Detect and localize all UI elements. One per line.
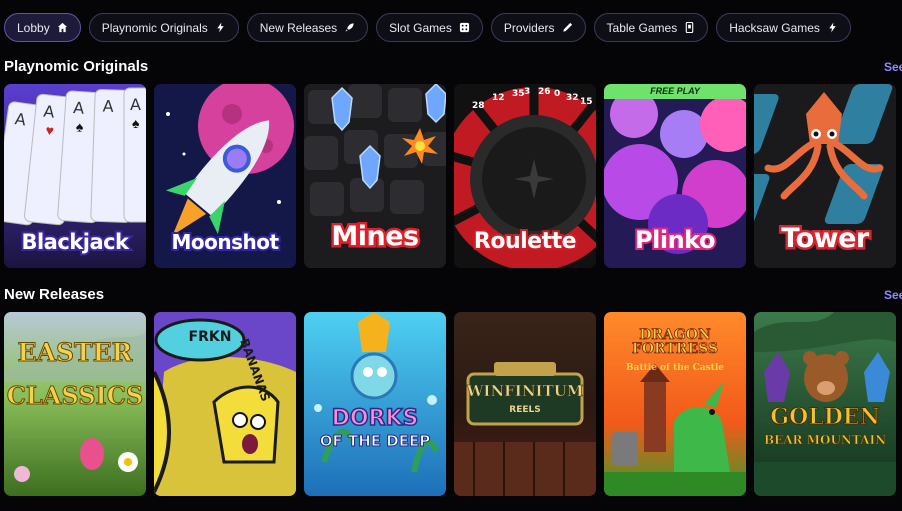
- tab-label: Playnomic Originals: [101, 20, 208, 35]
- game-card-tower[interactable]: Tower: [754, 84, 896, 268]
- game-title: DORKS: [331, 406, 419, 431]
- game-subtitle: BEAR MOUNTAIN: [763, 433, 887, 447]
- svg-text:A: A: [73, 98, 85, 118]
- svg-text:A: A: [43, 102, 56, 122]
- game-title: EASTER: [17, 338, 133, 367]
- game-title: DRAGON FORTRESS: [631, 327, 719, 357]
- section-title-new-releases: New Releases: [4, 286, 105, 303]
- free-play-badge: FREE PLAY: [604, 84, 746, 99]
- casino-lobby-page: Lobby Playnomic Originals New Releases S…: [0, 0, 902, 511]
- dice-icon: [459, 22, 469, 33]
- section-title-originals: Playnomic Originals: [4, 58, 149, 75]
- game-title: Mines: [329, 219, 422, 255]
- svg-text:12: 12: [492, 93, 505, 103]
- pencil-icon: [562, 22, 572, 32]
- home-icon: [57, 22, 67, 33]
- svg-text:A: A: [102, 97, 114, 116]
- tab-label: Table Games: [606, 20, 678, 35]
- game-card-dorks-of-the-deep[interactable]: DORKS OF THE DEEP: [304, 312, 446, 496]
- svg-text:A: A: [130, 95, 141, 114]
- lightning-icon: [217, 22, 224, 33]
- game-card-blackjack[interactable]: A A ♥ A ♠ A A ♠ Blackjack: [4, 84, 146, 268]
- svg-text:0: 0: [554, 89, 560, 99]
- game-subtitle: CLASSICS: [6, 381, 144, 410]
- rocket-icon: [345, 23, 354, 32]
- svg-text:35: 35: [512, 89, 525, 99]
- svg-text:32: 32: [566, 93, 579, 103]
- game-card-winfinitum-reels[interactable]: WINFINITUM REELS: [454, 312, 596, 496]
- tab-label: Slot Games: [389, 20, 452, 35]
- tab-label: Lobby: [17, 20, 50, 35]
- tab-providers[interactable]: Providers: [490, 13, 586, 42]
- category-nav: Lobby Playnomic Originals New Releases S…: [4, 13, 851, 42]
- tab-table-games[interactable]: Table Games: [593, 13, 709, 42]
- game-card-mines[interactable]: Mines: [304, 84, 446, 268]
- game-title: Roulette: [472, 227, 579, 256]
- game-subtitle: REELS: [509, 405, 541, 415]
- game-card-frkn-bananas[interactable]: FRKN BANANAS: [154, 312, 296, 496]
- game-title: FRKN: [188, 329, 232, 345]
- new-releases-row: EASTER CLASSICS FRKN BANANAS DORKS OF TH…: [4, 312, 896, 496]
- game-card-roulette[interactable]: 28 12 35 3 26 0 32 15 Roulette: [454, 84, 596, 268]
- svg-text:♠: ♠: [132, 115, 140, 131]
- game-title: WINFINITUM: [466, 382, 584, 400]
- game-card-plinko[interactable]: FREE PLAY Plinko: [604, 84, 746, 268]
- winfinitum-reels-artwork: [454, 312, 596, 496]
- tab-slot-games[interactable]: Slot Games: [376, 13, 483, 42]
- game-title: Plinko: [633, 224, 717, 256]
- dorks-of-the-deep-artwork: [304, 312, 446, 496]
- game-card-dragon-fortress[interactable]: DRAGON FORTRESS Battle of the Castle: [604, 312, 746, 496]
- tab-label: Providers: [503, 20, 555, 35]
- tab-lobby[interactable]: Lobby: [4, 13, 81, 42]
- tab-hacksaw-games[interactable]: Hacksaw Games: [716, 13, 851, 42]
- game-card-easter-classics[interactable]: EASTER CLASSICS: [4, 312, 146, 496]
- tab-label: Hacksaw Games: [729, 20, 820, 35]
- game-card-moonshot[interactable]: Moonshot: [154, 84, 296, 268]
- tab-playnomic-originals[interactable]: Playnomic Originals: [88, 13, 239, 42]
- game-card-golden-bear-mountain[interactable]: GOLDEN BEAR MOUNTAIN: [754, 312, 896, 496]
- svg-text:♥: ♥: [45, 122, 55, 139]
- see-all-originals-link[interactable]: See all: [884, 60, 902, 74]
- svg-text:3: 3: [524, 87, 530, 97]
- game-title: Moonshot: [169, 228, 281, 256]
- lightning-icon: [829, 22, 836, 33]
- originals-row: A A ♥ A ♠ A A ♠ Blackjack Moonshot Mines…: [4, 84, 896, 268]
- see-all-new-releases-link[interactable]: See all: [884, 288, 902, 302]
- tab-new-releases[interactable]: New Releases: [246, 13, 369, 42]
- device-icon: [685, 22, 694, 33]
- game-subtitle: Battle of the Castle: [626, 363, 724, 373]
- game-title: Blackjack: [19, 228, 131, 256]
- game-title: GOLDEN: [770, 404, 880, 430]
- svg-text:28: 28: [472, 101, 485, 111]
- tab-label: New Releases: [259, 20, 338, 35]
- svg-text:26: 26: [538, 87, 551, 97]
- svg-text:15: 15: [580, 97, 593, 107]
- game-title: Tower: [779, 221, 872, 257]
- game-subtitle: OF THE DEEP: [319, 432, 431, 450]
